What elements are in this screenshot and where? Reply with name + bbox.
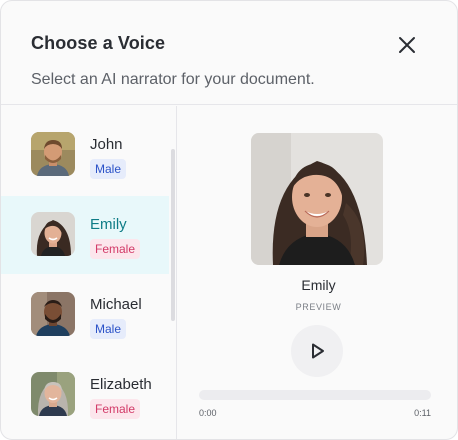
dialog-subtitle: Select an AI narrator for your document. <box>31 71 315 88</box>
time-total: 0:11 <box>414 408 431 418</box>
avatar-elizabeth <box>31 372 75 416</box>
avatar-emily <box>31 212 75 256</box>
voice-item-emily[interactable]: Emily Female <box>1 196 169 274</box>
list-scrollbar[interactable] <box>171 149 175 321</box>
voice-name: Elizabeth <box>90 376 152 393</box>
voice-item-john[interactable]: John Male <box>1 116 169 194</box>
voice-dialog: Choose a Voice Select an AI narrator for… <box>0 0 458 440</box>
dialog-header: Choose a Voice Select an AI narrator for… <box>1 1 457 105</box>
close-button[interactable] <box>397 35 417 55</box>
preview-photo <box>251 133 383 265</box>
gender-badge: Female <box>90 239 141 259</box>
voice-item-elizabeth[interactable]: Elizabeth Female <box>1 356 169 434</box>
play-icon <box>312 343 324 359</box>
avatar-michael <box>31 292 75 336</box>
voice-name: Emily <box>90 216 127 233</box>
voice-preview-panel: Emily PREVIEW 0:00 0:11 <box>178 106 457 439</box>
voice-list: John Male Emily Female Michael Male Eliz… <box>1 106 177 439</box>
gender-badge: Male <box>90 159 127 179</box>
audio-progress-bar[interactable] <box>199 390 431 400</box>
voice-name: John <box>90 136 123 153</box>
preview-label: PREVIEW <box>295 302 342 312</box>
avatar-john <box>31 132 75 176</box>
play-button[interactable] <box>291 325 343 377</box>
gender-badge: Male <box>90 319 127 339</box>
gender-badge: Female <box>90 399 141 419</box>
voice-item-michael[interactable]: Michael Male <box>1 276 169 354</box>
voice-name: Michael <box>90 296 142 313</box>
close-icon <box>399 37 415 53</box>
dialog-title: Choose a Voice <box>31 33 166 53</box>
preview-voice-name: Emily <box>301 277 336 293</box>
time-elapsed: 0:00 <box>199 408 217 418</box>
